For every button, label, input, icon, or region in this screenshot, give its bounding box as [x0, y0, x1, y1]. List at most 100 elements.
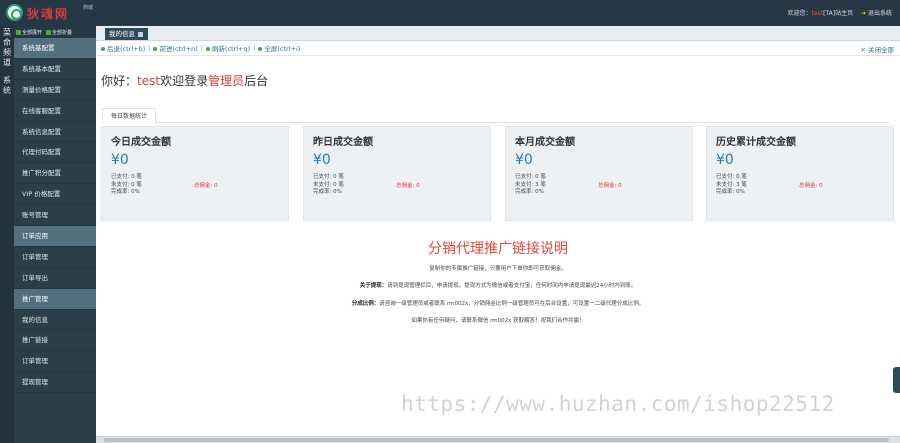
- promo-line-3: 分成比例：请咨询一级管理员或者联系 rm002x，分销佣金比例一级管理员可在后台…: [96, 299, 900, 307]
- sidebar-item[interactable]: 推广积分配置: [14, 163, 96, 185]
- header-username: test: [811, 10, 824, 17]
- sidebar: 全部展开 全部折叠 系统基配置 系统基本配置 测量价格配置 在线客服配置 系统信息配置代…: [14, 26, 96, 443]
- promo-line-2-label: 关于提现：: [359, 283, 388, 289]
- sidebar-item[interactable]: 推广链接: [14, 330, 96, 352]
- refresh-label: 刷新(ctrl+q): [211, 45, 251, 53]
- tab-close-icon[interactable]: [138, 31, 143, 37]
- stat-card: 昨日成交金额 ¥0 已支付: 0 笔未支付: 0 笔完成率: 0% 总佣金: 0: [303, 126, 491, 221]
- rail-label-system[interactable]: 系统: [0, 76, 14, 96]
- stat-card-amount: ¥0: [716, 152, 734, 168]
- stat-rate: 完成率: 0%: [716, 189, 745, 195]
- refresh-icon: [205, 47, 210, 51]
- welcome-user: test: [137, 74, 161, 88]
- logout-link[interactable]: 退出系统: [868, 10, 892, 17]
- divider: |: [253, 44, 256, 52]
- sidebar-item[interactable]: VIP 价格配置: [14, 184, 96, 206]
- promo-line-3-label: 分成比例：: [351, 301, 380, 307]
- tab-label: 我的信息: [109, 30, 135, 38]
- checkbox-icon: [46, 29, 52, 35]
- promo-line-2: 关于提现：请到提现管理栏目，申请提现，提现方式为微信或者支付宝，任何时间内申请提…: [96, 281, 900, 289]
- sidebar-group-header[interactable]: 推广管理: [14, 288, 96, 310]
- welcome-role: 管理员: [208, 74, 245, 88]
- fullscreen-label: 全屏(ctrl+i): [264, 45, 301, 53]
- tab-my-info[interactable]: 我的信息: [105, 28, 148, 40]
- stat-commission: 总佣金: 0: [194, 183, 218, 189]
- sidebar-menu: 系统基配置 系统基本配置 测量价格配置 在线客服配置 系统信息配置 代理付码配置 推广积分配…: [14, 38, 96, 394]
- watermark-text: https://www.huzhan.com/ishop22512: [401, 392, 835, 416]
- stat-card: 历史累计成交金额 ¥0 已支付: 0 笔未支付: 3 笔完成率: 0% 总佣金: 0: [706, 126, 894, 221]
- welcome-heading: 你好：test欢迎登录管理员后台: [101, 72, 268, 89]
- sidebar-item[interactable]: 在线客服配置: [14, 101, 96, 122]
- stat-rate: 完成率: 0%: [515, 189, 544, 195]
- refresh-button[interactable]: 刷新(ctrl+q): [205, 43, 251, 53]
- close-icon: ✕: [860, 46, 866, 54]
- stat-card-amount: ¥0: [313, 152, 331, 168]
- sidebar-item[interactable]: 系统信息配置: [14, 122, 96, 143]
- back-icon: [101, 47, 105, 51]
- scrollbar-thumb[interactable]: [104, 438, 889, 442]
- forward-icon: [153, 47, 158, 51]
- channel-rail: 菜命频道 系统: [0, 26, 14, 443]
- checkbox-icon: [16, 29, 21, 35]
- welcome-mid: 欢迎登录: [160, 74, 209, 88]
- sidebar-item[interactable]: 测量价格配置: [14, 80, 96, 101]
- stats-tabs: 每日数据统计: [102, 108, 890, 124]
- stat-cards: 今日成交金额 ¥0 已支付: 0 笔未支付: 0 笔完成率: 0% 总佣金: 0 昨日成…: [101, 126, 896, 221]
- logo-tag: 商城: [83, 5, 94, 11]
- main-panel: 后退(ctrl+b) | 前进(ctrl+n) | 刷新(ctrl+q) | 全…: [96, 41, 900, 436]
- expand-all-label: 全部展开: [22, 29, 43, 36]
- welcome-suffix: 后台: [244, 74, 269, 88]
- logo-text: 狄魂网: [27, 7, 70, 21]
- welcome-prefix: 欢迎您：: [787, 10, 812, 17]
- sidebar-item[interactable]: 订单管理: [14, 351, 96, 373]
- stat-card-amount: ¥0: [111, 152, 129, 168]
- forward-label: 前进(ctrl+n): [159, 45, 198, 53]
- side-panel-handle[interactable]: [893, 367, 900, 393]
- stat-commission: 总佣金: 0: [799, 183, 823, 189]
- stat-card-title: 本月成交金额: [515, 137, 575, 148]
- divider: |: [200, 44, 203, 52]
- tab-bar: 我的信息: [96, 26, 900, 41]
- back-button[interactable]: 后退(ctrl+b): [101, 43, 145, 53]
- sidebar-group-header[interactable]: 系统基配置: [14, 38, 96, 59]
- logout-icon[interactable]: ➜: [861, 10, 866, 17]
- close-all-button[interactable]: ✕ 关闭全部: [861, 44, 894, 54]
- promo-line-1: 复制你的专属推广链接，只要用户下单你即可获取佣金。: [429, 266, 567, 272]
- sidebar-item[interactable]: 订单导出: [14, 268, 96, 289]
- stat-card-title: 历史累计成交金额: [716, 137, 796, 148]
- horizontal-scrollbar[interactable]: [96, 436, 900, 443]
- promo-title: 分销代理推广链接说明: [428, 241, 568, 257]
- welcome-hello: 你好：: [101, 74, 138, 88]
- stat-card-title: 昨日成交金额: [313, 137, 373, 148]
- front-page-link[interactable]: [TA]站主页: [823, 10, 853, 17]
- sidebar-item[interactable]: 提现管理: [14, 372, 96, 394]
- nav-toolbar: 后退(ctrl+b) | 前进(ctrl+n) | 刷新(ctrl+q) | 全…: [96, 41, 900, 56]
- expand-all-button[interactable]: 全部展开: [16, 29, 42, 36]
- sidebar-item[interactable]: 订单管理: [14, 247, 96, 268]
- tab-daily-stats[interactable]: 每日数据统计: [102, 108, 157, 124]
- stat-commission: 总佣金: 0: [598, 183, 622, 189]
- fullscreen-icon: [258, 47, 263, 51]
- back-label: 后退(ctrl+b): [107, 45, 146, 53]
- stat-card: 今日成交金额 ¥0 已支付: 0 笔未支付: 0 笔完成率: 0% 总佣金: 0: [101, 126, 289, 221]
- close-all-label: 关闭全部: [868, 46, 894, 54]
- sidebar-group-header[interactable]: 订单应用: [14, 226, 96, 247]
- user-bar: 欢迎您：test[TA]站主页 ➜ 退出系统: [788, 8, 892, 17]
- sidebar-item[interactable]: 账号管理: [14, 205, 96, 227]
- stat-card: 本月成交金额 ¥0 已支付: 0 笔未支付: 3 笔完成率: 0% 总佣金: 0: [505, 126, 693, 221]
- stat-rate: 完成率: 0%: [313, 189, 342, 195]
- collapse-all-label: 全部折叠: [52, 29, 73, 36]
- sidebar-item[interactable]: 系统基本配置: [14, 59, 96, 80]
- stat-card-title: 今日成交金额: [111, 137, 171, 148]
- collapse-all-button[interactable]: 全部折叠: [46, 29, 72, 36]
- logo-icon: [6, 4, 23, 21]
- fullscreen-button[interactable]: 全屏(ctrl+i): [258, 43, 300, 53]
- promo-line-4: 如果你有任何疑问，请联系微信 rm002x 获取解答！祝我们合作共赢！: [411, 318, 585, 324]
- stat-rate: 完成率: 0%: [111, 189, 140, 195]
- forward-button[interactable]: 前进(ctrl+n): [153, 43, 198, 53]
- top-header: 狄魂网 商城 欢迎您：test[TA]站主页 ➜ 退出系统: [0, 0, 900, 26]
- sidebar-item[interactable]: 代理付码配置: [14, 142, 96, 164]
- promo-line-3-text: 请咨询一级管理员或者联系 rm002x，分销佣金比例一级管理员可在后台设置，可设…: [379, 301, 645, 307]
- sidebar-item[interactable]: 我的信息: [14, 310, 96, 331]
- rail-label-channel[interactable]: 菜命频道: [0, 28, 14, 68]
